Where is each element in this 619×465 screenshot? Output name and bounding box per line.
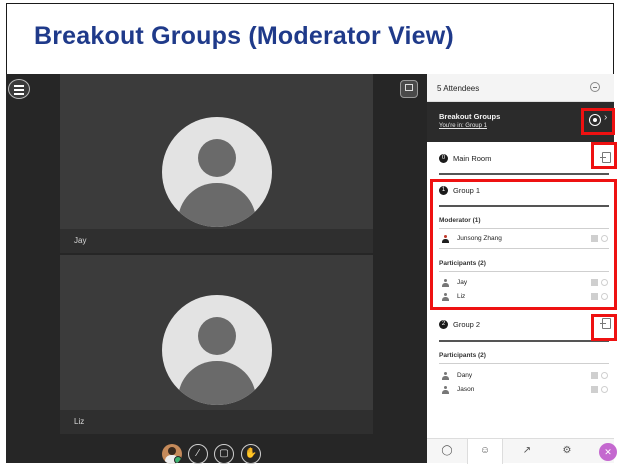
highlight-box <box>591 142 617 169</box>
camera-status-icon <box>591 386 598 393</box>
main-room-label: Main Room <box>453 154 492 163</box>
video-area: Jay Liz <box>6 74 427 463</box>
hamburger-icon[interactable] <box>8 79 30 99</box>
participants-section-header: Participants (2) <box>439 352 486 359</box>
gear-icon[interactable]: ⚙ <box>559 444 575 458</box>
status-dot-icon <box>174 456 182 464</box>
avatar-placeholder <box>162 117 272 227</box>
attendee-name: Jason <box>457 386 475 393</box>
attendee-row[interactable]: Jason <box>439 383 609 397</box>
panel-header: 5 Attendees <box>427 74 614 102</box>
video-tile-liz[interactable]: Liz <box>60 255 373 434</box>
people-icon[interactable]: ☺ <box>477 444 493 458</box>
highlight-box <box>591 314 617 341</box>
camera-off-icon[interactable]: ▢ <box>214 444 234 464</box>
group-2-label: Group 2 <box>453 320 481 329</box>
video-tile-jay[interactable]: Jay <box>60 74 373 253</box>
mic-status-icon <box>601 372 608 379</box>
panel-tab-bar: ◯ ☺ ↗ ⚙ ✕ <box>427 438 617 464</box>
group-number-badge: 2 <box>439 320 448 329</box>
avatar-placeholder <box>162 295 272 405</box>
attendee-row[interactable]: Dany <box>439 369 609 383</box>
breakout-groups-title: Breakout Groups <box>439 112 501 121</box>
mic-status-icon <box>601 386 608 393</box>
mic-muted-icon[interactable]: ∕ <box>188 444 208 464</box>
layout-icon[interactable] <box>400 80 418 98</box>
current-group-link[interactable]: You're in: Group 1 <box>439 123 487 129</box>
highlight-box <box>581 108 615 135</box>
raise-hand-icon[interactable]: ✋ <box>241 444 261 464</box>
video-tile-name: Liz <box>74 417 85 426</box>
collapse-icon[interactable] <box>590 82 600 92</box>
participant-icon <box>442 372 449 380</box>
highlight-box <box>430 179 617 310</box>
divider <box>439 363 609 364</box>
room-number-badge: 0 <box>439 154 448 163</box>
name-strip: Liz <box>60 410 373 434</box>
participant-icon <box>442 386 449 394</box>
divider <box>439 340 609 342</box>
divider <box>439 173 609 175</box>
slide-title: Breakout Groups (Moderator View) <box>34 22 454 50</box>
chat-icon[interactable]: ◯ <box>439 444 455 458</box>
attendees-title: 5 Attendees <box>437 84 480 93</box>
name-strip: Jay <box>60 229 373 253</box>
camera-status-icon <box>591 372 598 379</box>
collaborate-menu-icon[interactable]: ✕ <box>599 443 617 461</box>
video-tile-name: Jay <box>74 236 87 245</box>
my-status-avatar[interactable] <box>162 444 182 464</box>
share-icon[interactable]: ↗ <box>519 444 535 458</box>
attendee-name: Dany <box>457 372 473 379</box>
